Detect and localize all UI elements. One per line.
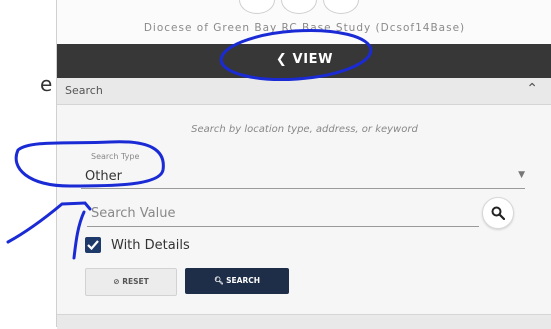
search-hint: Search by location type, address, or key… — [191, 124, 418, 135]
map-search-panel: Diocese of Green Bay RC Base Study (Dcso… — [56, 0, 551, 329]
dropdown-caret-icon: ▼ — [518, 170, 525, 180]
search-icon — [491, 206, 505, 220]
project-title: Diocese of Green Bay RC Base Study (Dcso… — [143, 22, 466, 34]
search-small-icon: 🔍︎ — [213, 276, 224, 285]
search-type-select[interactable]: Search Type Other ▼ — [81, 152, 525, 189]
header-bubble[interactable] — [239, 0, 275, 14]
reset-button[interactable]: ⊘ RESET — [85, 268, 177, 296]
search-section-header[interactable]: Search ⌃ — [57, 78, 551, 105]
search-value-input[interactable] — [87, 200, 479, 227]
reset-button-label: RESET — [122, 277, 149, 286]
view-button[interactable]: ❮ VIEW — [276, 52, 333, 67]
reset-icon: ⊘ — [113, 277, 120, 286]
background-page: e — [0, 0, 56, 327]
header-tab-bubbles — [234, 0, 370, 14]
chevron-left-icon: ❮ — [275, 52, 288, 67]
search-type-label: Search Type — [91, 152, 140, 161]
left-text-fragment: e — [40, 72, 53, 96]
project-header: Diocese of Green Bay RC Base Study (Dcso… — [57, 0, 551, 44]
search-button[interactable]: 🔍︎ SEARCH — [185, 268, 289, 294]
view-toolbar: ❮ VIEW — [57, 44, 551, 78]
search-icon-button[interactable] — [482, 197, 514, 229]
search-section-title: Search — [65, 84, 103, 97]
checkbox-checked-icon[interactable] — [85, 237, 101, 253]
view-button-label: VIEW — [292, 52, 334, 67]
header-bubble[interactable] — [281, 0, 317, 14]
with-details-label: With Details — [111, 238, 190, 253]
header-bubble[interactable] — [323, 0, 359, 14]
search-button-label: SEARCH — [226, 276, 261, 285]
search-type-value: Other — [85, 169, 122, 184]
chevron-up-icon[interactable]: ⌃ — [526, 81, 538, 97]
